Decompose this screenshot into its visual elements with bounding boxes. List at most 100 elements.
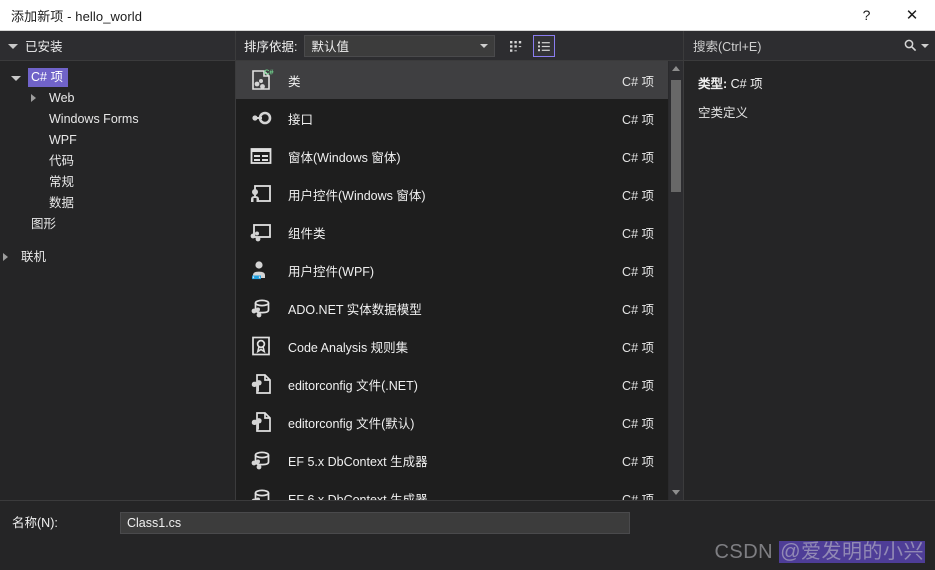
config-file-icon bbox=[244, 369, 278, 399]
config-file-icon bbox=[244, 407, 278, 437]
tree-item-graphics[interactable]: 图形 bbox=[0, 214, 235, 235]
chevron-down-icon[interactable] bbox=[921, 43, 929, 48]
list-item[interactable]: EF 6.x DbContext 生成器 C# 项 bbox=[236, 479, 668, 500]
list-item-name: 用户控件(WPF) bbox=[288, 264, 375, 279]
list-item-name: EF 6.x DbContext 生成器 bbox=[288, 492, 428, 501]
tree-item-label: WPF bbox=[49, 133, 77, 147]
list-item-name: Code Analysis 规则集 bbox=[288, 340, 409, 355]
tree-item-label: 常规 bbox=[49, 175, 75, 189]
ruleset-icon bbox=[244, 331, 278, 361]
list-item-name: 组件类 bbox=[288, 226, 326, 241]
chevron-down-icon bbox=[8, 44, 18, 49]
scrollbar-thumb[interactable] bbox=[671, 80, 681, 192]
details-content: 类型: C# 项 空类定义 bbox=[684, 61, 935, 500]
tree-item-csharp-items[interactable]: C# 项 bbox=[0, 67, 235, 88]
installed-templates-panel: 已安装 C# 项 Web Windows Forms WPF 代码 常规 数据 … bbox=[0, 31, 236, 500]
database-icon bbox=[244, 293, 278, 323]
list-item-name: EF 5.x DbContext 生成器 bbox=[288, 454, 428, 469]
tree-item-web[interactable]: Web bbox=[0, 88, 235, 109]
list-item-kind: C# 项 bbox=[622, 454, 654, 469]
add-new-item-dialog: 添加新项 - hello_world ? ✕ 已安装 C# 项 Web Wind… bbox=[0, 0, 935, 570]
usercontrol-icon bbox=[244, 179, 278, 209]
close-button[interactable]: ✕ bbox=[889, 0, 935, 30]
detail-type-value: C# 项 bbox=[730, 77, 763, 91]
component-icon bbox=[244, 217, 278, 247]
watermark: CSDN @爱发明的小兴 bbox=[714, 535, 925, 564]
title-bar: 添加新项 - hello_world ? ✕ bbox=[0, 0, 935, 31]
sort-by-value: 默认值 bbox=[311, 40, 349, 54]
list-item-name: editorconfig 文件(.NET) bbox=[288, 378, 418, 393]
template-list-container: C# 类 C# 项 接口 C# 项 窗体(Windows 窗体) C# 项 用户… bbox=[236, 61, 683, 500]
watermark-handle: @爱发明的小兴 bbox=[779, 541, 925, 563]
tree-item-label: 代码 bbox=[49, 154, 75, 168]
scrollbar-track[interactable] bbox=[669, 76, 683, 485]
list-item[interactable]: EF 5.x DbContext 生成器 C# 项 bbox=[236, 441, 668, 479]
svg-text:C#: C# bbox=[264, 68, 274, 77]
sort-by-label: 排序依据: bbox=[244, 40, 298, 54]
sort-by-dropdown[interactable]: 默认值 bbox=[304, 34, 496, 57]
grid-view-icon bbox=[510, 40, 522, 52]
list-item-kind: C# 项 bbox=[622, 416, 654, 431]
chevron-down-icon[interactable] bbox=[10, 75, 28, 81]
list-item-name: ADO.NET 实体数据模型 bbox=[288, 302, 422, 317]
view-mode-toggle-group bbox=[505, 34, 556, 57]
name-input[interactable] bbox=[120, 512, 630, 534]
database-icon bbox=[244, 483, 278, 500]
list-item-kind: C# 项 bbox=[622, 340, 654, 355]
grid-view-button[interactable] bbox=[505, 35, 527, 57]
tree-item-label: Web bbox=[49, 91, 75, 105]
list-item-kind: C# 项 bbox=[622, 150, 654, 165]
interface-icon bbox=[244, 103, 278, 133]
scroll-up-button[interactable] bbox=[669, 61, 683, 76]
tree-item-online[interactable]: 联机 bbox=[0, 247, 235, 268]
tree-item-label: C# 项 bbox=[28, 68, 68, 87]
list-item-kind: C# 项 bbox=[622, 226, 654, 241]
template-list: C# 类 C# 项 接口 C# 项 窗体(Windows 窗体) C# 项 用户… bbox=[236, 61, 668, 500]
dialog-title: 添加新项 - hello_world bbox=[11, 8, 143, 24]
detail-type-row: 类型: C# 项 bbox=[698, 73, 921, 92]
list-item[interactable]: editorconfig 文件(.NET) C# 项 bbox=[236, 365, 668, 403]
tree-item-data[interactable]: 数据 bbox=[0, 193, 235, 214]
dialog-body: 已安装 C# 项 Web Windows Forms WPF 代码 常规 数据 … bbox=[0, 31, 935, 500]
chevron-right-icon[interactable] bbox=[28, 94, 46, 103]
class-icon: C# bbox=[244, 65, 278, 95]
list-item-kind: C# 项 bbox=[622, 378, 654, 393]
tree-item-general[interactable]: 常规 bbox=[0, 172, 235, 193]
list-item[interactable]: 窗体(Windows 窗体) C# 项 bbox=[236, 137, 668, 175]
list-view-icon bbox=[538, 41, 551, 51]
tree-item-label: 数据 bbox=[49, 196, 75, 210]
tree-item-code[interactable]: 代码 bbox=[0, 151, 235, 172]
list-item[interactable]: Code Analysis 规则集 C# 项 bbox=[236, 327, 668, 365]
chevron-down-icon bbox=[480, 43, 489, 48]
tree-item-wpf[interactable]: WPF bbox=[0, 130, 235, 151]
list-item[interactable]: ADO.NET 实体数据模型 C# 项 bbox=[236, 289, 668, 327]
scroll-down-button[interactable] bbox=[669, 485, 683, 500]
list-item-kind: C# 项 bbox=[622, 492, 654, 501]
list-vertical-scrollbar[interactable] bbox=[668, 61, 683, 500]
list-item[interactable]: 用户控件(Windows 窗体) C# 项 bbox=[236, 175, 668, 213]
list-item[interactable]: 接口 C# 项 bbox=[236, 99, 668, 137]
list-item[interactable]: editorconfig 文件(默认) C# 项 bbox=[236, 403, 668, 441]
list-item[interactable]: C# 类 C# 项 bbox=[236, 61, 668, 99]
list-item-kind: C# 项 bbox=[622, 264, 654, 279]
list-item-name: 接口 bbox=[288, 112, 314, 127]
list-item-kind: C# 项 bbox=[622, 302, 654, 317]
list-item-kind: C# 项 bbox=[622, 188, 654, 203]
detail-description: 空类定义 bbox=[698, 106, 749, 120]
chevron-right-icon[interactable] bbox=[0, 253, 18, 262]
search-bar[interactable]: 搜索(Ctrl+E) bbox=[684, 31, 935, 61]
name-field-label: 名称(N): bbox=[12, 516, 58, 530]
list-item[interactable]: 用户控件(WPF) C# 项 bbox=[236, 251, 668, 289]
list-item-kind: C# 项 bbox=[622, 74, 654, 89]
list-view-button[interactable] bbox=[533, 34, 556, 57]
list-item[interactable]: 组件类 C# 项 bbox=[236, 213, 668, 251]
tree-item-windows-forms[interactable]: Windows Forms bbox=[0, 109, 235, 130]
list-item-kind: C# 项 bbox=[622, 112, 654, 127]
installed-header[interactable]: 已安装 bbox=[0, 31, 235, 61]
help-button[interactable]: ? bbox=[844, 0, 889, 30]
list-item-name: editorconfig 文件(默认) bbox=[288, 416, 415, 431]
detail-type-label: 类型: bbox=[698, 77, 728, 91]
search-input[interactable]: 搜索(Ctrl+E) bbox=[693, 36, 903, 55]
wpfcontrol-icon bbox=[244, 255, 278, 285]
dialog-footer: 名称(N): CSDN @爱发明的小兴 bbox=[0, 500, 935, 570]
